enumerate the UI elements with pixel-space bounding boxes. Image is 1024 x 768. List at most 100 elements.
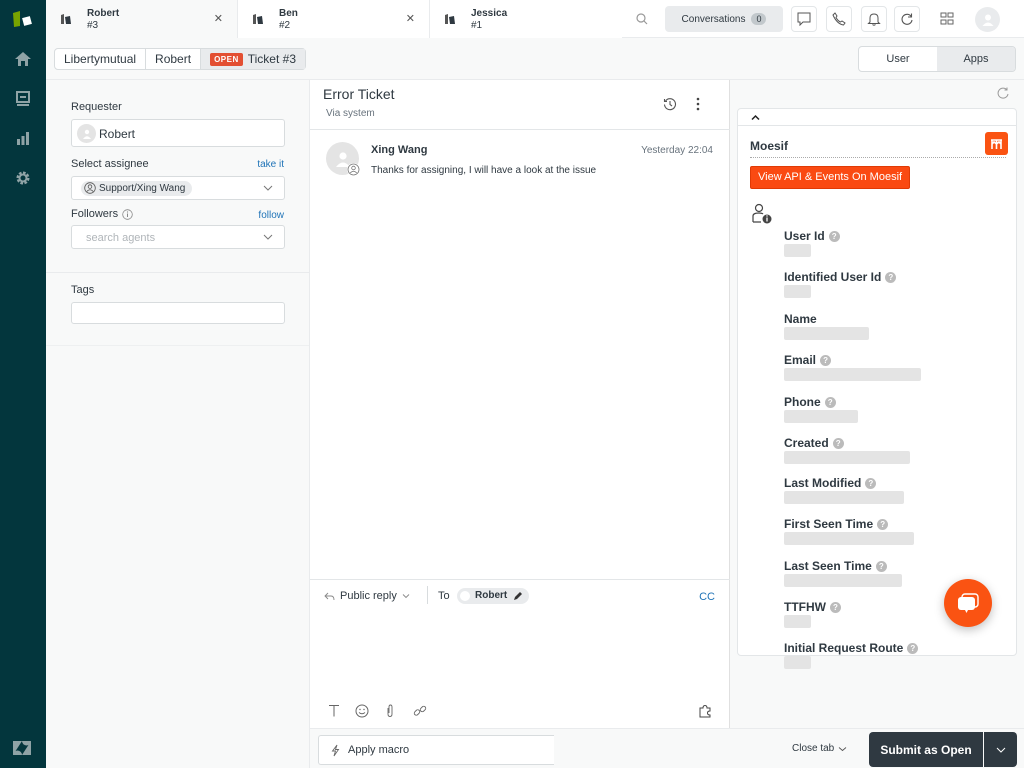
field-label: Last Modified? (784, 476, 877, 490)
followers-label: Followers (71, 208, 133, 220)
follow-link[interactable]: follow (258, 210, 284, 221)
macro-placeholder: Apply macro (348, 744, 410, 756)
help-icon[interactable]: ? (865, 477, 877, 489)
close-tab-select[interactable]: Close tab (792, 743, 847, 754)
status-badge: OPEN (210, 52, 243, 66)
cc-button[interactable]: CC (699, 591, 715, 603)
home-icon[interactable] (13, 49, 33, 69)
assignee-select[interactable]: Support/Xing Wang (71, 176, 285, 200)
tab-name: Ben (279, 8, 298, 19)
reply-mode-select[interactable]: Public reply (324, 590, 410, 602)
chat-bubble-icon (797, 12, 811, 26)
refresh-button[interactable] (894, 6, 920, 32)
reply-arrow-icon (324, 592, 335, 600)
org-label: Libertymutual (64, 52, 137, 66)
field-value-placeholder (784, 491, 904, 504)
attachment-icon[interactable] (385, 704, 395, 718)
help-icon[interactable]: ? (907, 642, 919, 654)
apps-grid-icon[interactable] (939, 11, 955, 27)
breadcrumb-organization[interactable]: Libertymutual (55, 49, 147, 69)
user-avatar[interactable] (975, 7, 1000, 32)
divider (427, 586, 428, 604)
help-icon[interactable]: ? (820, 354, 832, 366)
conversations-button[interactable]: Conversations 0 (665, 6, 783, 32)
history-icon[interactable] (663, 97, 677, 111)
zendesk-logo[interactable] (11, 9, 35, 29)
help-icon[interactable]: ? (824, 396, 836, 408)
divider (310, 579, 730, 580)
help-icon[interactable]: ? (829, 601, 841, 613)
recipient-name: Robert (475, 590, 508, 601)
help-icon[interactable]: ? (877, 518, 889, 530)
field-label-text: Last Seen Time (784, 559, 872, 573)
close-tab-icon[interactable]: ✕ (214, 12, 223, 25)
apply-macro-input[interactable]: Apply macro (318, 735, 554, 765)
help-icon[interactable]: ? (875, 560, 887, 572)
submit-options-button[interactable] (984, 732, 1017, 767)
ticket-tab[interactable]: Ben #2 ✕ (238, 0, 430, 38)
top-bar: Robert #3 ✕ Ben #2 ✕ Jessica #1 Conversa… (46, 0, 1024, 38)
search-icon[interactable] (635, 12, 649, 26)
ticket-tab[interactable]: Robert #3 ✕ (46, 0, 238, 38)
breadcrumb-ticket[interactable]: OPEN Ticket #3 (201, 49, 305, 69)
zendesk-z-icon[interactable] (12, 740, 32, 756)
link-icon[interactable] (413, 704, 427, 718)
field-value-placeholder (784, 244, 811, 257)
close-tab-label: Close tab (792, 743, 835, 754)
field-value-placeholder (784, 451, 910, 464)
product-nav (0, 0, 46, 768)
reporting-icon[interactable] (13, 128, 33, 148)
apps-toggle-button[interactable]: Apps (937, 47, 1015, 71)
more-options-icon[interactable] (696, 97, 700, 111)
notifications-button[interactable] (861, 6, 887, 32)
followers-input[interactable]: search agents (71, 225, 285, 249)
ticket-footer: Apply macro Close tab Submit as Open (310, 728, 1024, 768)
collapse-chevron-up-icon[interactable] (751, 114, 760, 121)
field-label: Created? (784, 436, 844, 450)
help-icon[interactable]: ? (832, 437, 844, 449)
help-icon[interactable]: ? (828, 230, 840, 242)
field-label-text: Last Modified (784, 476, 862, 490)
requester-value: Robert (99, 127, 136, 141)
message-timestamp: Yesterday 22:04 (641, 145, 713, 156)
settings-gear-icon[interactable] (13, 168, 33, 188)
phone-icon (832, 12, 846, 26)
agent-badge-icon (347, 163, 360, 176)
user-toggle-button[interactable]: User (859, 47, 937, 71)
reply-mode-label: Public reply (340, 590, 397, 602)
field-label-text: Identified User Id (784, 270, 882, 284)
requester-label: Requester (71, 101, 122, 113)
user-info-icon (752, 203, 772, 224)
divider (750, 157, 1006, 158)
reply-textarea[interactable] (324, 615, 716, 695)
requester-field[interactable]: Robert (71, 119, 285, 147)
text-format-icon[interactable] (328, 704, 340, 717)
view-api-events-button[interactable]: View API & Events On Moesif (750, 166, 911, 189)
moesif-app-card: Moesif View API & Events On Moesif User … (737, 108, 1017, 669)
tags-input[interactable] (71, 302, 285, 324)
field-label-text: Email (784, 353, 817, 367)
views-icon[interactable] (13, 89, 33, 109)
talk-button[interactable] (826, 6, 852, 32)
ticket-subject: Error Ticket (323, 86, 395, 102)
chat-button[interactable] (791, 6, 817, 32)
info-icon[interactable] (122, 208, 133, 220)
tab-number: #3 (87, 20, 99, 31)
recipient-chip[interactable]: Robert (457, 588, 530, 604)
reload-apps-icon[interactable] (997, 87, 1009, 99)
help-icon[interactable]: ? (885, 271, 897, 283)
ticket-tab[interactable]: Jessica #1 (430, 0, 622, 38)
edit-pencil-icon[interactable] (513, 591, 523, 601)
emoji-icon[interactable] (355, 704, 369, 718)
assignee-chip: Support/Xing Wang (81, 181, 193, 196)
field-label-text: Created (784, 436, 829, 450)
conversations-count: 0 (751, 13, 767, 25)
apps-puzzle-icon[interactable] (698, 704, 712, 718)
submit-button[interactable]: Submit as Open (869, 732, 983, 767)
take-it-link[interactable]: take it (257, 159, 284, 170)
close-tab-icon[interactable]: ✕ (406, 12, 415, 25)
moesif-chat-launcher[interactable] (944, 579, 992, 627)
agent-icon (84, 182, 96, 194)
tags-label: Tags (71, 284, 95, 296)
breadcrumb-user[interactable]: Robert (146, 49, 202, 69)
